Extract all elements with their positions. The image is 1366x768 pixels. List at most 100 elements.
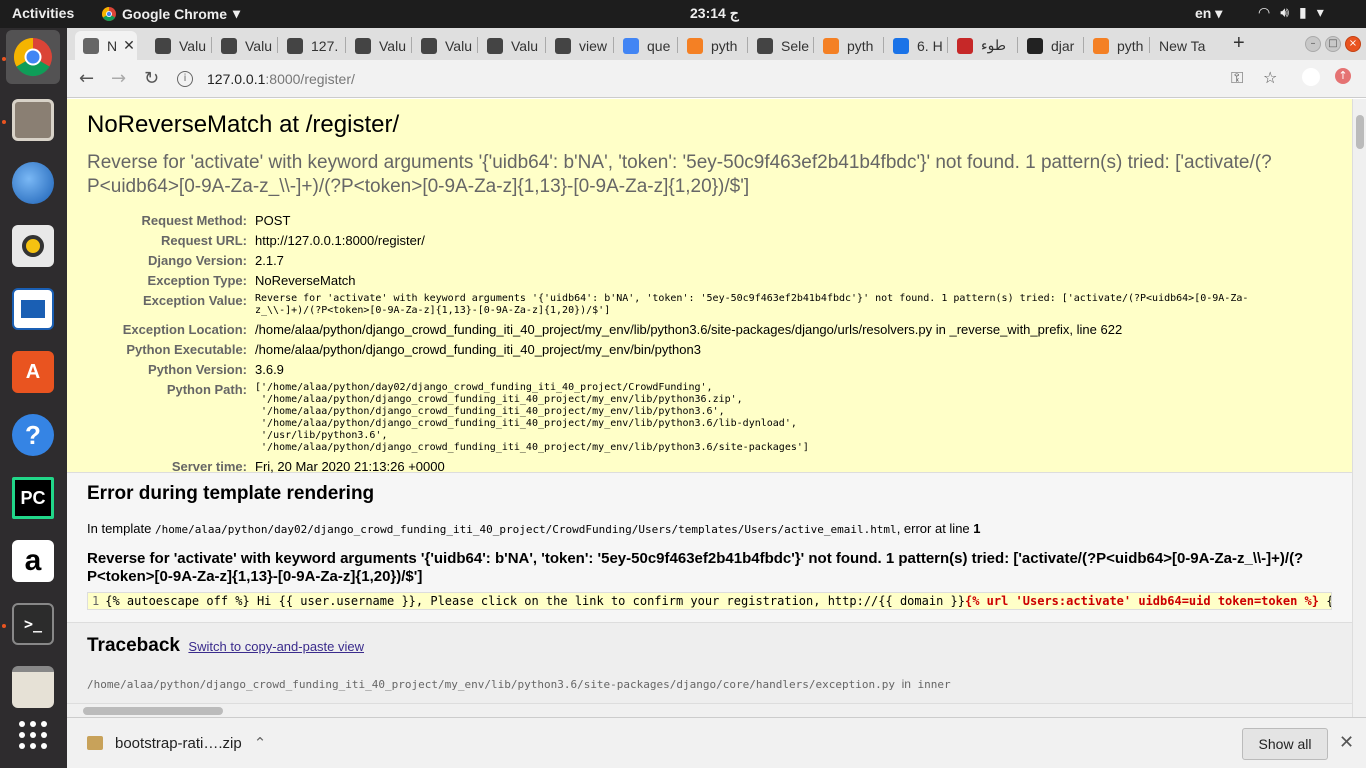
tab-5[interactable]: Valu <box>413 31 479 60</box>
amazon-icon: a <box>12 540 54 582</box>
dock-pycharm[interactable]: PC <box>6 471 60 525</box>
dock-text-editor[interactable] <box>6 660 60 714</box>
dock-chromium[interactable] <box>6 30 60 84</box>
tab-6[interactable]: Valu <box>479 31 545 60</box>
tab-0[interactable]: N ✕ <box>75 31 137 60</box>
back-button[interactable]: ← <box>79 68 94 89</box>
tab-3[interactable]: 127. <box>279 31 345 60</box>
tab-favicon-icon <box>155 37 171 54</box>
traceback-frame[interactable]: /home/alaa/python/django_crowd_funding_i… <box>87 677 1332 691</box>
meta-value: /home/alaa/python/django_crowd_funding_i… <box>255 342 701 357</box>
profile-avatar[interactable] <box>1302 68 1320 86</box>
maximize-button[interactable]: □ <box>1325 36 1341 52</box>
chrome-window: N ✕ Valu Valu 127. Valu Valu Valu view que pyth Se… <box>67 28 1366 768</box>
dock-help[interactable]: ? <box>6 408 60 462</box>
tab-8[interactable]: que <box>615 31 679 60</box>
language-indicator[interactable]: en ▾ <box>1195 5 1222 22</box>
dock-amazon[interactable]: a <box>6 534 60 588</box>
address-bar[interactable]: i 127.0.0.1:8000/register/ <box>177 64 1297 94</box>
browser-toolbar: ← → ↻ i 127.0.0.1:8000/register/ ⚿ ☆ ↑ <box>67 60 1366 98</box>
update-icon[interactable]: ↑ <box>1335 68 1351 84</box>
template-source-line: 1 {% autoescape off %} Hi {{ user.usernam… <box>87 592 1332 610</box>
error-line-number: 1 <box>973 521 981 536</box>
template-path: /home/alaa/python/day02/django_crowd_fun… <box>154 523 897 536</box>
in-template-label: In template <box>87 521 152 536</box>
close-icon[interactable]: ✕ <box>1339 732 1354 753</box>
activities-button[interactable]: Activities <box>12 5 74 21</box>
page-viewport[interactable]: NoReverseMatch at /register/ Reverse for… <box>67 99 1352 717</box>
close-window-button[interactable]: × <box>1345 36 1361 52</box>
meta-value: 3.6.9 <box>255 362 284 377</box>
source-before: {% autoescape off %} Hi {{ user.username… <box>105 594 965 608</box>
close-tab-icon[interactable]: ✕ <box>123 37 135 54</box>
dock-files[interactable] <box>6 93 60 147</box>
tab-label: view <box>579 37 608 54</box>
tab-7[interactable]: view <box>547 31 609 60</box>
tab-favicon-icon <box>757 37 773 54</box>
meta-value: POST <box>255 213 291 228</box>
tab-favicon-icon <box>893 37 909 54</box>
key-icon[interactable]: ⚿ <box>1231 68 1243 88</box>
dock-rhythmbox[interactable] <box>6 219 60 273</box>
meta-label: Django Version: <box>148 253 247 268</box>
writer-icon <box>12 288 54 330</box>
dock-software[interactable]: A <box>6 345 60 399</box>
bookmark-star-icon[interactable]: ☆ <box>1263 68 1277 87</box>
scroll-thumb[interactable] <box>83 707 223 715</box>
tab-13[interactable]: طوء <box>949 31 1017 60</box>
tab-10[interactable]: Sele <box>749 31 815 60</box>
forward-button[interactable]: → <box>111 68 126 89</box>
tab-separator <box>947 37 948 53</box>
tab-label: Valu <box>511 37 538 54</box>
tab-1[interactable]: Valu <box>147 31 207 60</box>
app-menu[interactable]: Google Chrome ▾ <box>102 5 240 22</box>
meta-value: ['/home/alaa/python/day02/django_crowd_f… <box>255 382 809 453</box>
tab-12[interactable]: 6. H <box>885 31 947 60</box>
tab-16[interactable]: New Ta <box>1151 31 1219 60</box>
template-error-message: Reverse for 'activate' with keyword argu… <box>87 550 1304 585</box>
tab-separator <box>411 37 412 53</box>
tab-11[interactable]: pyth <box>815 31 883 60</box>
meta-value: /home/alaa/python/django_crowd_funding_i… <box>255 322 1123 337</box>
download-item[interactable]: bootstrap-rati….zip ⌃ <box>87 734 266 752</box>
frame-path: /home/alaa/python/django_crowd_funding_i… <box>87 678 895 691</box>
info-icon[interactable]: i <box>177 71 193 87</box>
reload-button[interactable]: ↻ <box>144 68 159 89</box>
horizontal-scrollbar[interactable] <box>67 703 1352 717</box>
download-bar: bootstrap-rati….zip ⌃ Show all ✕ <box>67 717 1366 768</box>
meta-row: Request URL: http://127.0.0.1:8000/regist… <box>87 231 1305 251</box>
tab-4[interactable]: Valu <box>347 31 413 60</box>
vertical-scrollbar[interactable] <box>1352 99 1366 717</box>
show-all-button[interactable]: Show all <box>1242 728 1328 760</box>
tab-label: Sele <box>781 37 810 54</box>
url-text[interactable]: 127.0.0.1:8000/register/ <box>207 71 355 87</box>
meta-row: Exception Type: NoReverseMatch <box>87 271 1305 291</box>
tab-separator <box>211 37 212 53</box>
tab-14[interactable]: djar <box>1019 31 1083 60</box>
show-applications[interactable] <box>6 708 60 762</box>
tab-label: djar <box>1051 37 1075 54</box>
dock-writer[interactable] <box>6 282 60 336</box>
tab-2[interactable]: Valu <box>213 31 273 60</box>
tab-favicon-icon <box>823 37 839 54</box>
meta-label: Python Version: <box>148 362 247 377</box>
tab-separator <box>477 37 478 53</box>
system-tray[interactable]: ◠ 🔊︎ ▮ ▾ <box>1258 4 1324 21</box>
new-tab-button[interactable]: + <box>1233 32 1245 55</box>
tab-label: N <box>107 37 118 54</box>
meta-row: Exception Location: /home/alaa/python/dja… <box>87 320 1305 340</box>
chevron-up-icon[interactable]: ⌃ <box>254 734 267 752</box>
tab-9[interactable]: pyth <box>679 31 747 60</box>
tab-15[interactable]: pyth <box>1085 31 1149 60</box>
grid-icon <box>19 721 47 749</box>
tab-favicon-icon <box>487 37 503 54</box>
copy-paste-view-link[interactable]: Switch to copy-and-paste view <box>188 639 364 654</box>
tab-separator <box>345 37 346 53</box>
dock-terminal[interactable]: >_ <box>6 597 60 651</box>
clock[interactable]: 23:14 ج <box>690 5 739 22</box>
tab-label: pyth <box>711 37 738 54</box>
meta-value: http://127.0.0.1:8000/register/ <box>255 233 425 248</box>
minimize-button[interactable]: – <box>1305 36 1321 52</box>
scroll-thumb[interactable] <box>1356 115 1364 149</box>
dock-thunderbird[interactable] <box>6 156 60 210</box>
